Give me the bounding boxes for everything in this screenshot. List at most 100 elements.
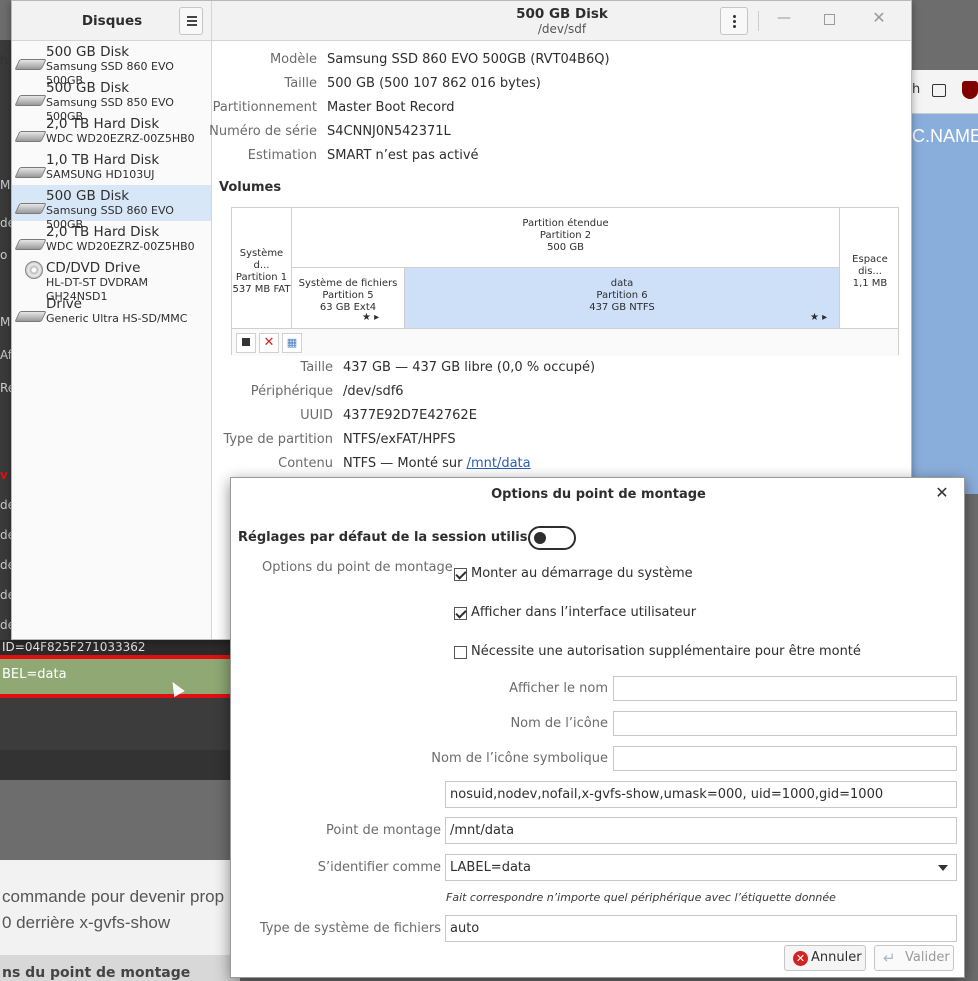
info-key: Modèle (269, 52, 317, 67)
info-key: Taille (300, 360, 333, 375)
disk-name: 2,0 TB Hard Disk (46, 224, 160, 240)
validate-button[interactable]: ↵ Valider (874, 945, 954, 971)
show-in-ui-checkbox[interactable] (454, 607, 467, 620)
session-defaults-label: Réglages par défaut de la session utilis… (238, 530, 567, 545)
header-separator (758, 11, 759, 31)
hard-disk-icon (14, 239, 47, 250)
mount-point-label: Point de montage (326, 823, 441, 838)
bg-edge-7: v (0, 468, 8, 482)
cancel-button[interactable]: ✕ Annuler (784, 945, 866, 971)
delete-partition-button[interactable]: ✕ (259, 333, 279, 353)
optical-disc-icon (25, 261, 43, 279)
mounted-star-icon: ★ ▸ (810, 312, 828, 323)
kebab-icon (733, 15, 736, 18)
background-gray-band (0, 698, 240, 750)
maximize-button[interactable] (824, 14, 835, 25)
mounted-star-icon: ★ ▸ (362, 312, 380, 323)
icon-name-input[interactable] (613, 711, 957, 736)
icon-name-label: Nom de l’icône (510, 716, 608, 731)
minimize-button[interactable]: — (777, 11, 791, 25)
info-key: Contenu (278, 456, 333, 471)
disk-item-4-selected[interactable]: 500 GB Disk Samsung SSD 860 EVO 500GB (12, 185, 211, 231)
session-defaults-toggle[interactable] (528, 526, 576, 550)
require-auth-checkbox[interactable] (454, 646, 467, 659)
close-button[interactable]: ✕ (872, 10, 886, 26)
info-value: /dev/sdf6 (343, 384, 404, 399)
info-key: Périphérique (250, 384, 333, 399)
require-auth-label[interactable]: Nécessite une autorisation supplémentair… (471, 644, 861, 659)
partition-extended[interactable]: Partition étendue Partition 2 500 GB (292, 208, 840, 268)
identify-as-label: S’identifier comme (317, 860, 441, 875)
cancel-label: Annuler (811, 950, 862, 965)
toggle-knob (534, 532, 546, 544)
mount-point-input[interactable]: /mnt/data (445, 817, 957, 844)
disk-menu-button[interactable] (720, 7, 748, 35)
disk-item-6[interactable]: CD/DVD Drive HL-DT-ST DVDRAM GH24NSD1 (12, 257, 211, 303)
p1-line2: Partition 1 (235, 272, 288, 283)
free-line2: 1,1 MB (852, 278, 888, 289)
info-key: Numéro de série (209, 124, 317, 139)
partition-5[interactable]: Système de fichiers Partition 5 63 GB Ex… (292, 268, 405, 328)
identify-as-select[interactable]: LABEL=data (445, 854, 957, 881)
menu-button[interactable] (179, 7, 203, 35)
symbolic-icon-input[interactable] (613, 746, 957, 771)
background-label-line: BEL=data (0, 659, 240, 694)
stop-icon (242, 338, 250, 346)
mount-options-label: Options du point de montage (262, 560, 453, 575)
info-value: 500 GB (500 107 862 016 bytes) (327, 76, 541, 91)
ext-line3: 500 GB (547, 242, 584, 253)
background-browser-page: C.NAME (912, 114, 978, 494)
kebab-icon (733, 20, 736, 23)
bg-edge-0: h (0, 53, 8, 67)
p6-line1: data (610, 278, 634, 289)
background-bottom-title: ns du point de montage (0, 955, 240, 981)
disk-model: SAMSUNG HD103UJ (46, 168, 155, 181)
mount-options-dialog: Options du point de montage ✕ Réglages p… (230, 477, 965, 978)
info-key: Taille (284, 76, 317, 91)
show-in-ui-label[interactable]: Afficher dans l’interface utilisateur (471, 605, 696, 620)
info-key: Type de partition (223, 432, 333, 447)
mount-point-link[interactable]: /mnt/data (467, 456, 531, 471)
mount-at-startup-label[interactable]: Monter au démarrage du système (471, 566, 693, 581)
mount-options-input[interactable]: nosuid,nodev,nofail,x-gvfs-show,umask=00… (445, 781, 957, 808)
info-value: Samsung SSD 860 EVO 500GB (RVT04B6Q) (327, 52, 610, 67)
disk-item-5[interactable]: 2,0 TB Hard Disk WDC WD20EZRZ-00Z5HB0 (12, 221, 211, 257)
info-value: 4377E92D7E42762E (343, 408, 477, 423)
volume-toolbar: ✕ ▦ (232, 328, 898, 356)
info-value: SMART n’est pas activé (327, 148, 479, 163)
hard-disk-icon (14, 203, 47, 214)
mount-at-startup-checkbox[interactable] (454, 568, 467, 581)
identify-as-value: LABEL=data (450, 860, 531, 875)
validate-label: Valider (905, 950, 950, 965)
partition-1[interactable]: Système d... Partition 1 537 MB FAT (232, 208, 292, 328)
partition-settings-button[interactable]: ▦ (282, 333, 302, 353)
display-name-input[interactable] (613, 676, 957, 701)
free-space[interactable]: Espace dis... 1,1 MB (840, 208, 900, 328)
info-value: NTFS/exFAT/HPFS (343, 432, 456, 447)
p6-line3: 437 GB NTFS (589, 302, 655, 313)
browser-reader-icon (932, 84, 946, 97)
cancel-icon: ✕ (793, 951, 808, 966)
p5-line3: 63 GB Ext4 (319, 302, 377, 313)
header-bar: 500 GB Disk /dev/sdf — ✕ (212, 1, 911, 41)
info-value: 437 GB — 437 GB libre (0,0 % occupé) (343, 360, 596, 375)
unmount-button[interactable] (236, 333, 256, 353)
info-value: Master Boot Record (327, 100, 455, 115)
content-text: NTFS — Monté sur (343, 456, 467, 471)
disk-item-7[interactable]: Drive Generic Ultra HS-SD/MMC (12, 293, 211, 329)
disk-model: WDC WD20EZRZ-00Z5HB0 (46, 240, 195, 253)
info-value: NTFS — Monté sur /mnt/data (343, 456, 531, 471)
identify-as-hint: Fait correspondre n’importe quel périphé… (446, 891, 836, 904)
browser-page-text: C.NAME (912, 126, 978, 146)
partition-6-selected[interactable]: data Partition 6 437 GB NTFS ★ ▸ (405, 268, 840, 328)
free-line1: Espace dis... (852, 254, 888, 277)
symbolic-icon-label: Nom de l’icône symbolique (431, 751, 608, 766)
background-uuid-line: ID=04F825F271033362 (0, 640, 240, 655)
dialog-close-icon[interactable]: ✕ (934, 484, 950, 502)
disk-sidebar: Disques 500 GB Disk Samsung SSD 860 EVO … (12, 1, 212, 639)
hamburger-icon (187, 24, 197, 26)
p1-line3: 537 MB FAT (232, 284, 291, 295)
enter-icon: ↵ (883, 949, 896, 967)
kebab-icon (733, 25, 736, 28)
fs-type-input[interactable]: auto (445, 915, 957, 942)
